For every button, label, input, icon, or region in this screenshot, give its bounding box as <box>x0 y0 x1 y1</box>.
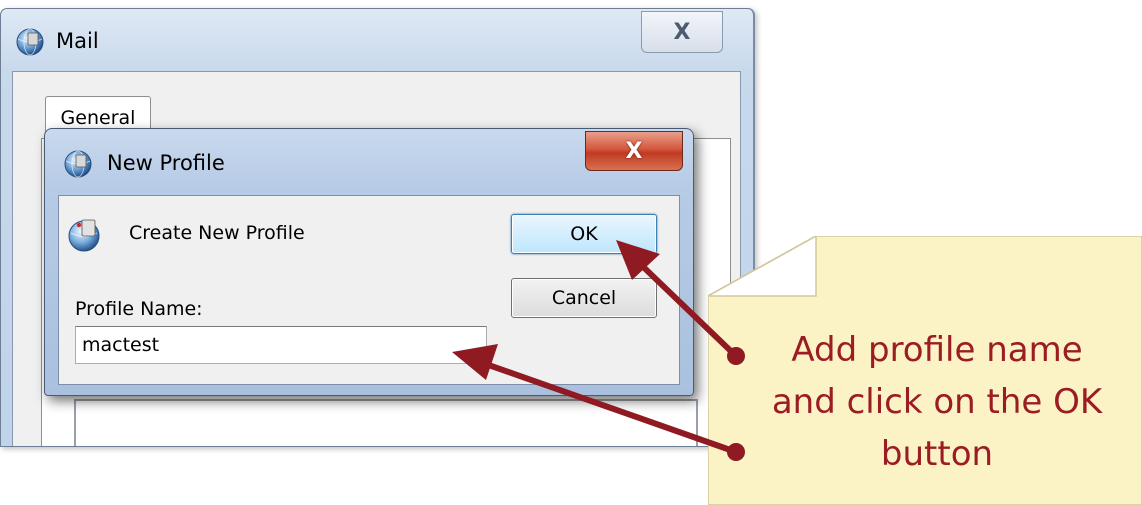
tab-general-label: General <box>60 107 136 129</box>
mail-globe-icon <box>63 149 93 179</box>
callout-line: button <box>880 434 994 474</box>
profile-name-label: Profile Name: <box>75 298 203 320</box>
mail-window-title: Mail <box>56 29 99 53</box>
callout-text: Add profile name and click on the OK but… <box>742 324 1132 480</box>
new-profile-title-bar[interactable]: New Profile X <box>45 129 693 191</box>
cancel-button[interactable]: Cancel <box>511 278 657 318</box>
close-icon: X <box>625 138 643 164</box>
close-icon: X <box>673 19 691 45</box>
profile-globe-icon <box>67 216 103 254</box>
mail-globe-icon <box>15 27 45 57</box>
mail-close-button[interactable]: X <box>641 11 723 53</box>
new-profile-close-button[interactable]: X <box>585 131 683 171</box>
callout-line: Add profile name <box>791 330 1083 370</box>
new-profile-title: New Profile <box>107 151 225 175</box>
ok-button[interactable]: OK <box>511 214 657 254</box>
profiles-list-box[interactable] <box>74 399 698 446</box>
mail-title-bar[interactable]: Mail X <box>1 9 753 71</box>
profile-name-input[interactable] <box>75 326 487 364</box>
callout-line: and click on the OK <box>771 382 1103 422</box>
create-new-profile-heading: Create New Profile <box>129 222 305 244</box>
new-profile-dialog: New Profile X Create New Profile OK Canc… <box>44 128 694 396</box>
new-profile-client-area: Create New Profile OK Cancel Profile Nam… <box>58 195 680 385</box>
